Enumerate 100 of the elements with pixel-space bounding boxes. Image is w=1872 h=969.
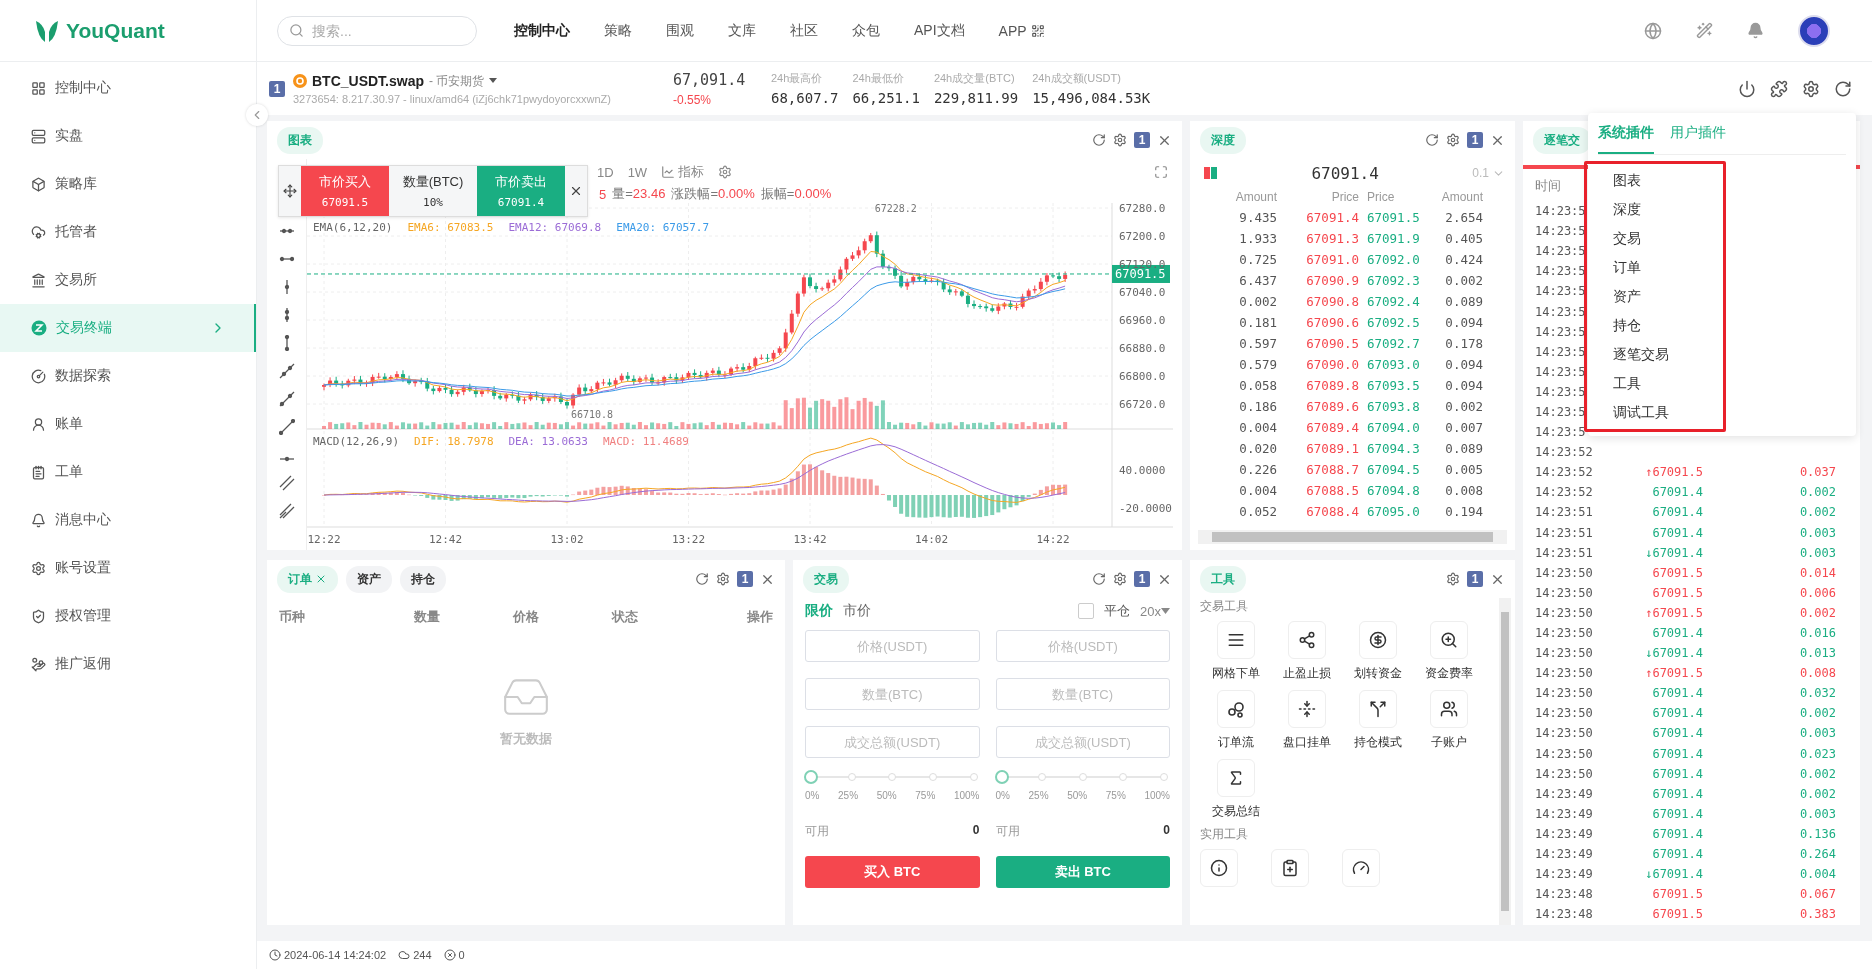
- sidebar-item[interactable]: 消息中心: [0, 496, 256, 544]
- leverage-select[interactable]: 20x: [1140, 603, 1170, 619]
- table-cell-text: 0.094: [1444, 357, 1483, 372]
- quantity-button[interactable]: 数量(BTC) 10%: [389, 166, 477, 216]
- table-cell-text: 67088.7: [1305, 462, 1359, 477]
- window-number-badge: 1: [1467, 571, 1483, 587]
- input-field[interactable]: 价格(USDT): [805, 630, 980, 662]
- table-cell-text: 67093.0: [1366, 357, 1421, 372]
- slider-mark-label: 50%: [876, 790, 897, 801]
- table-cell: 67091.4: [1652, 485, 1703, 500]
- menu-item[interactable]: 图表: [1587, 166, 1723, 195]
- menu-item[interactable]: 交易: [1587, 224, 1723, 253]
- mid-price: 67091.4: [1310, 163, 1380, 183]
- tool-item[interactable]: 网格下单: [1200, 621, 1271, 682]
- stat-label: 24h最低价: [852, 71, 905, 86]
- menu-item[interactable]: 订单: [1587, 253, 1723, 282]
- column-header: 状态: [610, 608, 639, 626]
- slider-mark-label: 75%: [1105, 790, 1126, 801]
- sidebar-item[interactable]: 账单: [0, 400, 256, 448]
- table-cell: 0.002: [1799, 485, 1836, 500]
- input-field[interactable]: 成交总额(USDT): [995, 726, 1170, 758]
- table-cell-text: 0.008: [1444, 483, 1483, 498]
- nav-link[interactable]: 社区: [773, 21, 835, 40]
- table-cell-text: 9.435: [1238, 210, 1277, 225]
- nav-link[interactable]: 策略: [587, 21, 649, 40]
- tool-item[interactable]: 止盈止损: [1271, 621, 1342, 682]
- nav-link[interactable]: APP: [981, 22, 1062, 39]
- sidebar-item[interactable]: 工单: [0, 448, 256, 496]
- nav-link[interactable]: 围观: [649, 21, 711, 40]
- section-title: 交易工具: [1200, 598, 1249, 615]
- order-type-tab[interactable]: 市价: [843, 602, 871, 620]
- interval-button[interactable]: 1D: [597, 164, 614, 180]
- sidebar-item[interactable]: 账号设置: [0, 544, 256, 592]
- input-field[interactable]: 成交总额(USDT): [805, 726, 980, 758]
- table-cell: 14:23:5: [1535, 224, 1586, 239]
- nav-link[interactable]: API文档: [897, 21, 982, 40]
- tool-item[interactable]: 交易总结: [1200, 759, 1271, 820]
- table-cell: 0.004: [1799, 867, 1836, 882]
- market-buy-button[interactable]: 市价买入 67091.5: [301, 166, 389, 216]
- legend-label: EMA6: 67083.5: [407, 221, 494, 234]
- robot-info: 3273654: 8.217.30.97 - linux/amd64 (iZj6chk71pwydoyorcxxwnZ): [293, 92, 612, 105]
- menu-item[interactable]: 深度: [1587, 195, 1723, 224]
- search-field[interactable]: 搜索...: [277, 15, 477, 46]
- tool-item[interactable]: 订单流: [1200, 690, 1271, 751]
- table-cell: 14:23:5: [1535, 304, 1586, 319]
- nav-link[interactable]: 众包: [835, 21, 897, 40]
- sidebar-item[interactable]: 数据探索: [0, 352, 256, 400]
- buy-button[interactable]: 买入 BTC: [805, 856, 980, 888]
- slider-mark-label: 0%: [995, 790, 1010, 801]
- table-cell: 14:23:50: [1535, 666, 1593, 681]
- axis-label: 14:02: [914, 533, 949, 546]
- table-cell-text: 67090.5: [1305, 336, 1359, 351]
- menu-item[interactable]: 调试工具: [1587, 398, 1723, 427]
- nav-link[interactable]: 控制中心: [497, 21, 587, 40]
- table-cell-text: 0.181: [1238, 315, 1277, 330]
- table-cell: 67091.4: [1652, 786, 1703, 801]
- column-header: Amount: [1234, 190, 1277, 204]
- table-cell-text: 2.654: [1444, 210, 1483, 225]
- panel-tab[interactable]: 持仓: [400, 565, 446, 593]
- table-cell-text: 0.178: [1444, 336, 1483, 351]
- input-field[interactable]: 数量(BTC): [805, 678, 980, 710]
- tool-item[interactable]: 盘口挂单: [1271, 690, 1342, 751]
- input-field[interactable]: 价格(USDT): [995, 630, 1170, 662]
- tool-item[interactable]: 子账户: [1413, 690, 1484, 751]
- panel-tab[interactable]: 资产: [346, 565, 392, 593]
- indicator-button[interactable]: 指标: [661, 163, 705, 181]
- table-cell-text: 67094.8: [1366, 483, 1421, 498]
- table-cell: 67091.4: [1652, 706, 1703, 721]
- high-marker: 67228.2: [874, 203, 917, 215]
- table-cell-text: 0.089: [1444, 441, 1483, 456]
- table-cell: 0.002: [1799, 605, 1836, 620]
- status-time: 2024-06-14 14:24:02: [284, 949, 387, 961]
- sidebar-item[interactable]: 托管者: [0, 208, 256, 256]
- table-cell: 67091.4: [1652, 505, 1703, 520]
- empty-message: 暂无数据: [500, 730, 552, 748]
- table-cell: 14:23:50: [1535, 706, 1593, 721]
- input-field[interactable]: 数量(BTC): [995, 678, 1170, 710]
- interval-button[interactable]: 1W: [627, 164, 648, 180]
- status-count: 244: [413, 949, 432, 961]
- checkbox-label: 平仓: [1104, 602, 1131, 620]
- sidebar-item[interactable]: 交易所: [0, 256, 256, 304]
- column-header: Price: [1330, 190, 1359, 204]
- tool-item[interactable]: 资金费率: [1413, 621, 1484, 682]
- symbol-name: BTC_USDT.swap: [312, 73, 425, 89]
- nav-link[interactable]: 文库: [711, 21, 773, 40]
- slider-mark-label: 25%: [838, 790, 859, 801]
- menu-item[interactable]: 逐笔交易: [1587, 340, 1723, 369]
- menu-item[interactable]: 资产: [1587, 282, 1723, 311]
- menu-item[interactable]: 工具: [1587, 369, 1723, 398]
- tool-item[interactable]: 持仓模式: [1342, 690, 1413, 751]
- table-cell: 67091.4: [1652, 766, 1703, 781]
- sidebar-item[interactable]: 实盘: [0, 112, 256, 160]
- menu-item[interactable]: 持仓: [1587, 311, 1723, 340]
- column-header: Price: [1366, 190, 1396, 204]
- sidebar-item[interactable]: 控制中心: [0, 64, 256, 112]
- table-cell-text: 67092.4: [1366, 294, 1421, 309]
- tool-item[interactable]: 划转资金: [1342, 621, 1413, 682]
- sidebar-item[interactable]: 授权管理: [0, 592, 256, 640]
- sidebar-item[interactable]: 推广返佣: [0, 640, 256, 688]
- sidebar-item[interactable]: 策略库: [0, 160, 256, 208]
